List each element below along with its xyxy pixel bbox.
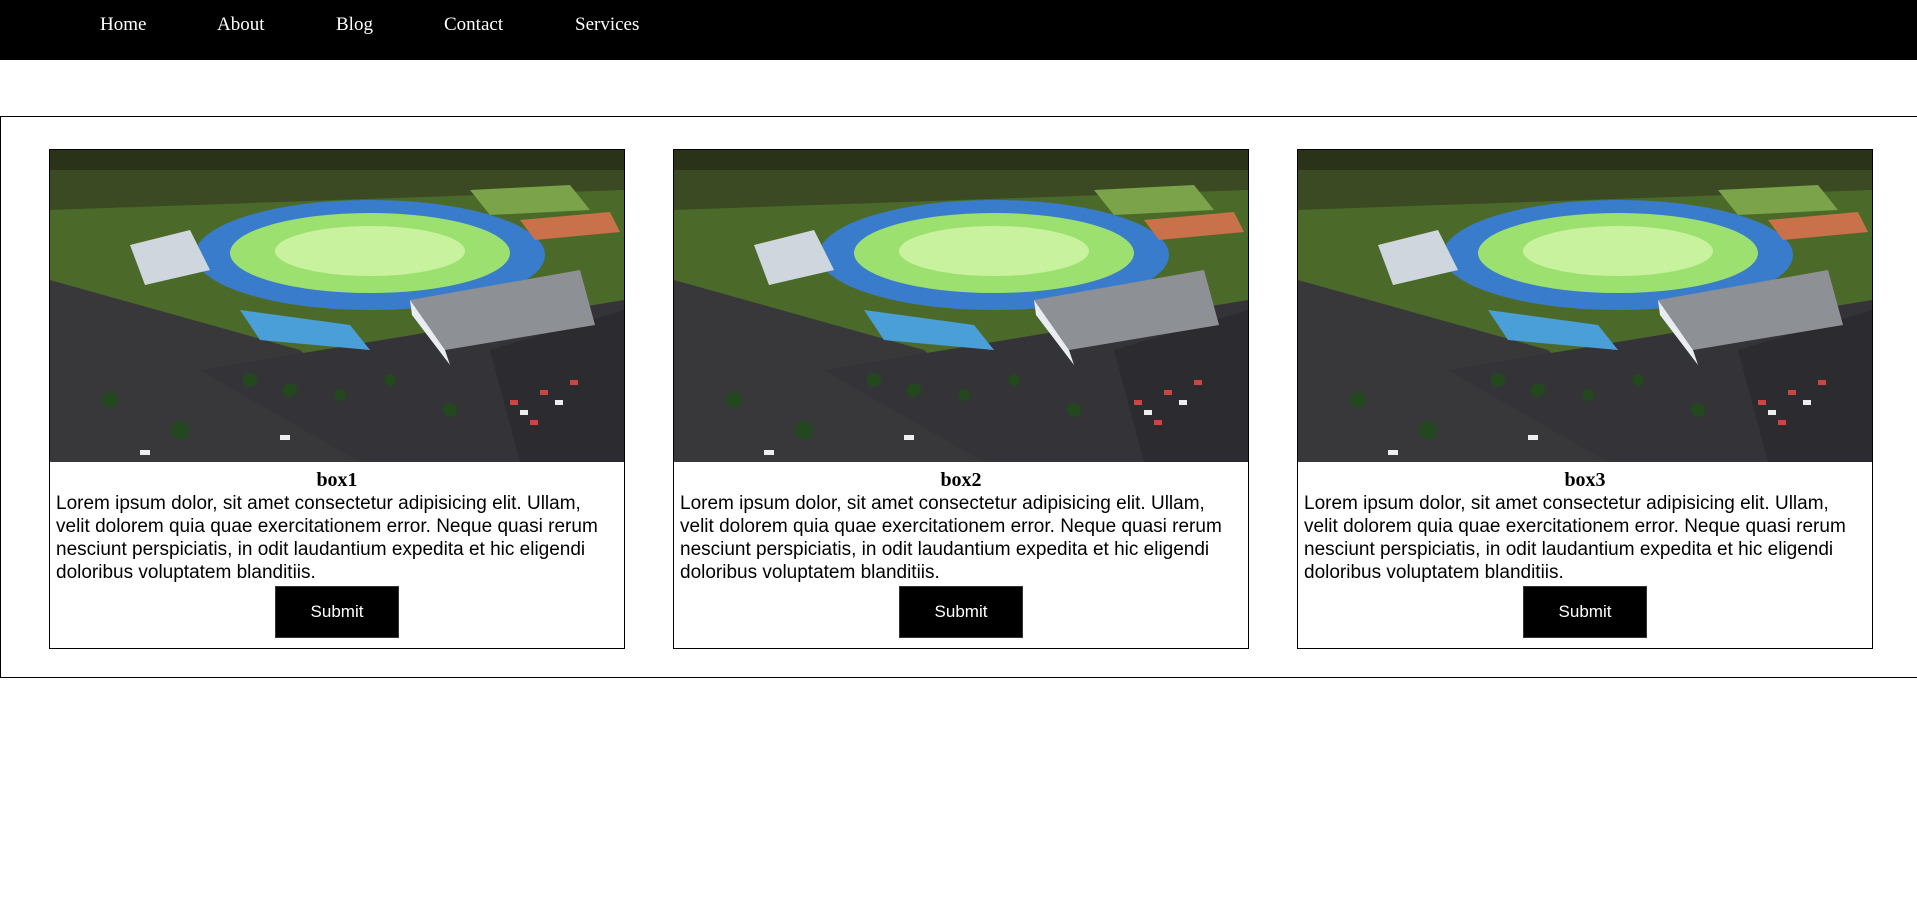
stadium-image bbox=[674, 150, 1248, 462]
cards-container: box1 Lorem ipsum dolor, sit amet consect… bbox=[0, 116, 1917, 678]
nav-services-link[interactable]: Services bbox=[575, 14, 639, 36]
card-description: Lorem ipsum dolor, sit amet consectetur … bbox=[680, 493, 1222, 583]
submit-button[interactable]: Submit bbox=[899, 586, 1023, 638]
nav-about-link[interactable]: About bbox=[217, 14, 265, 36]
card-description: Lorem ipsum dolor, sit amet consectetur … bbox=[56, 493, 598, 583]
nav-home-link[interactable]: Home bbox=[100, 14, 146, 36]
nav-contact-link[interactable]: Contact bbox=[444, 14, 503, 36]
nav-blog-link[interactable]: Blog bbox=[336, 14, 373, 36]
card-box3: box3 Lorem ipsum dolor, sit amet consect… bbox=[1297, 149, 1873, 649]
submit-button[interactable]: Submit bbox=[275, 586, 399, 638]
card-title: box1 bbox=[316, 469, 358, 491]
stadium-image bbox=[1298, 150, 1872, 462]
card-box2: box2 Lorem ipsum dolor, sit amet consect… bbox=[673, 149, 1249, 649]
card-box1: box1 Lorem ipsum dolor, sit amet consect… bbox=[49, 149, 625, 649]
card-title: box2 bbox=[940, 469, 982, 491]
card-description: Lorem ipsum dolor, sit amet consectetur … bbox=[1304, 493, 1846, 583]
card-title: box3 bbox=[1564, 469, 1606, 491]
stadium-image bbox=[50, 150, 624, 462]
submit-button[interactable]: Submit bbox=[1523, 586, 1647, 638]
top-navbar: Home About Blog Contact Services bbox=[0, 0, 1917, 60]
